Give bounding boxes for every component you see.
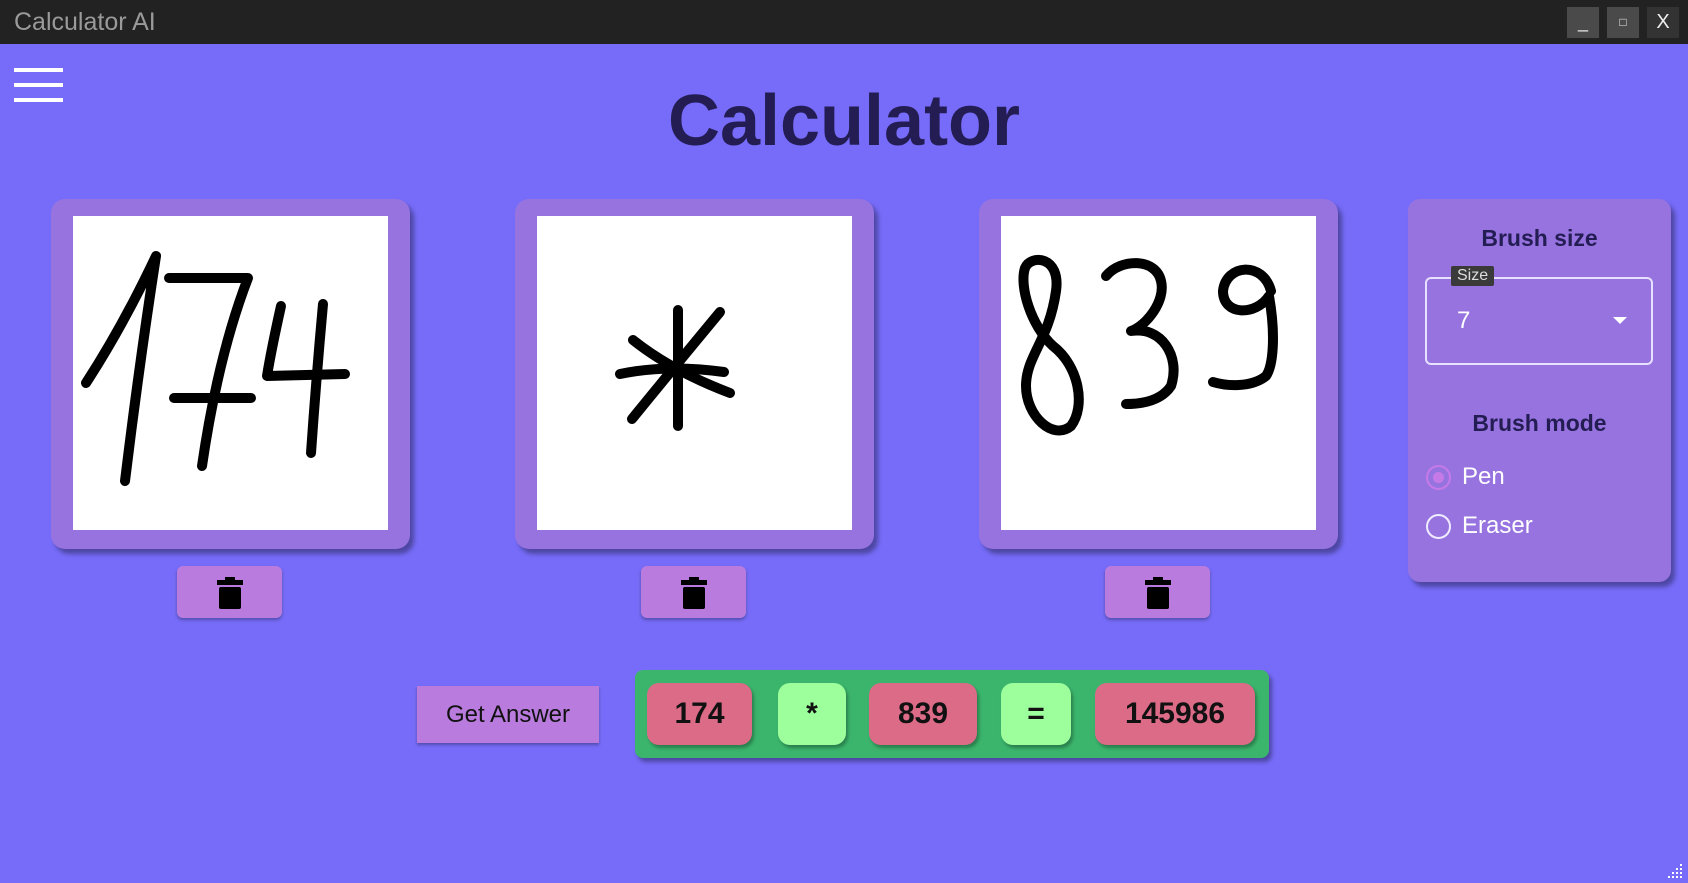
radio-eraser[interactable] <box>1426 514 1451 539</box>
window-title: Calculator AI <box>14 8 156 36</box>
brush-size-select[interactable]: 7 <box>1425 277 1653 365</box>
handwriting-asterisk <box>615 305 735 431</box>
brush-mode-heading: Brush mode <box>1472 410 1607 436</box>
drawing-canvas-2[interactable] <box>537 216 852 530</box>
trash-icon <box>681 577 707 609</box>
brush-size-label: Size <box>1451 266 1495 286</box>
brush-settings-panel: Brush size 7 Size Brush mode Pen Eraser <box>1408 199 1671 582</box>
operator-chip: * <box>778 683 846 745</box>
equals-chip: = <box>1001 683 1071 745</box>
trash-icon <box>217 577 243 609</box>
result-bar: 174 * 839 = 145986 <box>635 670 1269 758</box>
close-button[interactable]: X <box>1647 7 1679 38</box>
canvas-panel-2 <box>515 199 874 549</box>
handwriting-839 <box>1018 254 1278 436</box>
handwriting-174 <box>81 251 350 486</box>
drawing-canvas-3[interactable] <box>1001 216 1316 530</box>
brush-size-value: 7 <box>1457 307 1471 334</box>
canvas-panel-3 <box>979 199 1338 549</box>
brush-size-heading: Brush size <box>1481 225 1598 251</box>
result-chip: 145986 <box>1095 683 1255 745</box>
radio-pen-label: Pen <box>1462 463 1505 490</box>
clear-canvas-2-button[interactable] <box>641 566 746 618</box>
trash-icon <box>1145 577 1171 609</box>
radio-pen[interactable] <box>1426 465 1451 490</box>
minimize-button[interactable]: _ <box>1567 7 1599 38</box>
window-titlebar: Calculator AI _ □ X <box>0 0 1688 44</box>
clear-canvas-3-button[interactable] <box>1105 566 1210 618</box>
clear-canvas-1-button[interactable] <box>177 566 282 618</box>
canvas-panel-1 <box>51 199 410 549</box>
page-title: Calculator <box>667 81 1021 161</box>
resize-grip-icon[interactable] <box>1664 860 1684 880</box>
get-answer-button[interactable]: Get Answer <box>417 686 599 743</box>
operand-1-chip: 174 <box>647 683 752 745</box>
radio-eraser-label: Eraser <box>1462 512 1533 539</box>
maximize-button[interactable]: □ <box>1607 7 1639 38</box>
drawing-canvas-1[interactable] <box>73 216 388 530</box>
operand-2-chip: 839 <box>869 683 977 745</box>
chevron-down-icon <box>1613 317 1627 324</box>
